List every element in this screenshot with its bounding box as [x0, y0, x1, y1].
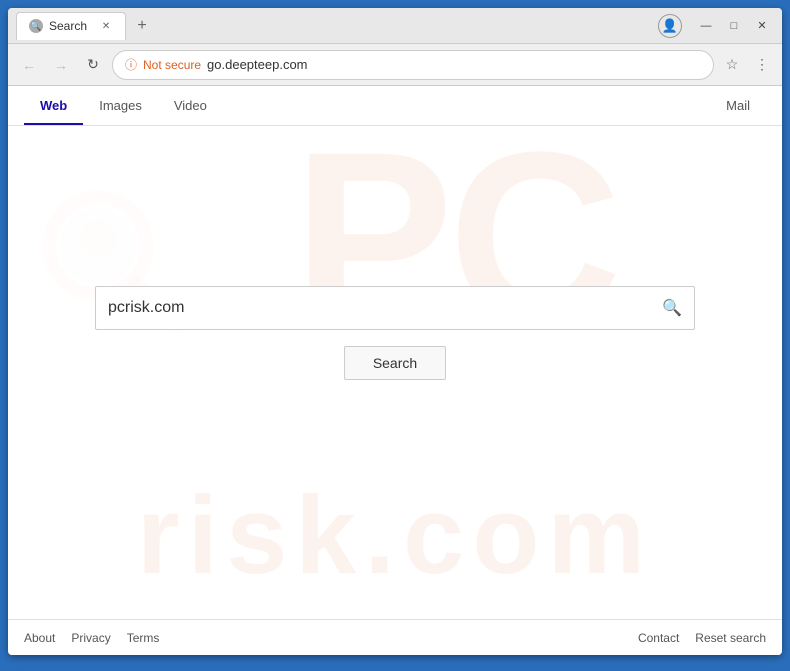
search-magnifier-icon: 🔍	[662, 298, 682, 318]
new-tab-button[interactable]: +	[130, 14, 154, 38]
address-bar[interactable]: ⓘ Not secure go.deepteep.com	[112, 50, 714, 80]
minimize-button[interactable]: —	[694, 16, 718, 36]
search-input[interactable]	[108, 299, 662, 317]
tab-close-button[interactable]: ✕	[99, 19, 113, 33]
address-bar-row: ← → ↻ ⓘ Not secure go.deepteep.com ☆ ⋮	[8, 44, 782, 86]
url-text: go.deepteep.com	[207, 57, 701, 72]
search-button[interactable]: Search	[344, 346, 446, 380]
profile-icon[interactable]: 👤	[658, 14, 682, 38]
close-button[interactable]: ✕	[750, 16, 774, 36]
footer-reset-search-link[interactable]: Reset search	[695, 631, 766, 645]
tab-favicon: 🔍	[29, 19, 43, 33]
search-area: 🔍 Search	[95, 286, 695, 380]
footer-left-links: About Privacy Terms	[24, 631, 159, 645]
footer-right-links: Contact Reset search	[638, 631, 766, 645]
tab-title: Search	[49, 19, 87, 33]
footer-about-link[interactable]: About	[24, 631, 55, 645]
window-controls: — □ ✕	[694, 16, 774, 36]
browser-menu-button[interactable]: ⋮	[750, 53, 774, 77]
active-tab[interactable]: 🔍 Search ✕	[16, 12, 126, 40]
browser-window: 🔍 Search ✕ + 👤 — □ ✕ ← → ↻ ⓘ Not secure …	[8, 8, 782, 655]
title-bar: 🔍 Search ✕ + 👤 — □ ✕	[8, 8, 782, 44]
address-bar-actions: ☆ ⋮	[720, 53, 774, 77]
bookmark-icon[interactable]: ☆	[720, 53, 744, 77]
footer-terms-link[interactable]: Terms	[127, 631, 160, 645]
back-button[interactable]: ←	[16, 52, 42, 78]
maximize-button[interactable]: □	[722, 16, 746, 36]
tab-web[interactable]: Web	[24, 88, 83, 125]
watermark-risk: risk.com	[137, 472, 653, 599]
footer-contact-link[interactable]: Contact	[638, 631, 679, 645]
page-content: PC risk.com 🔍 Search	[8, 126, 782, 619]
tab-mail[interactable]: Mail	[710, 88, 766, 125]
tab-video[interactable]: Video	[158, 88, 223, 125]
search-input-wrapper[interactable]: 🔍	[95, 286, 695, 330]
not-secure-label: Not secure	[143, 58, 201, 72]
tab-images[interactable]: Images	[83, 88, 158, 125]
tab-area: 🔍 Search ✕ +	[16, 12, 658, 40]
footer: About Privacy Terms Contact Reset search	[8, 619, 782, 655]
search-nav-tabs: Web Images Video Mail	[8, 86, 782, 126]
footer-privacy-link[interactable]: Privacy	[71, 631, 110, 645]
forward-button[interactable]: →	[48, 52, 74, 78]
refresh-button[interactable]: ↻	[80, 52, 106, 78]
not-secure-icon: ⓘ	[125, 56, 137, 73]
